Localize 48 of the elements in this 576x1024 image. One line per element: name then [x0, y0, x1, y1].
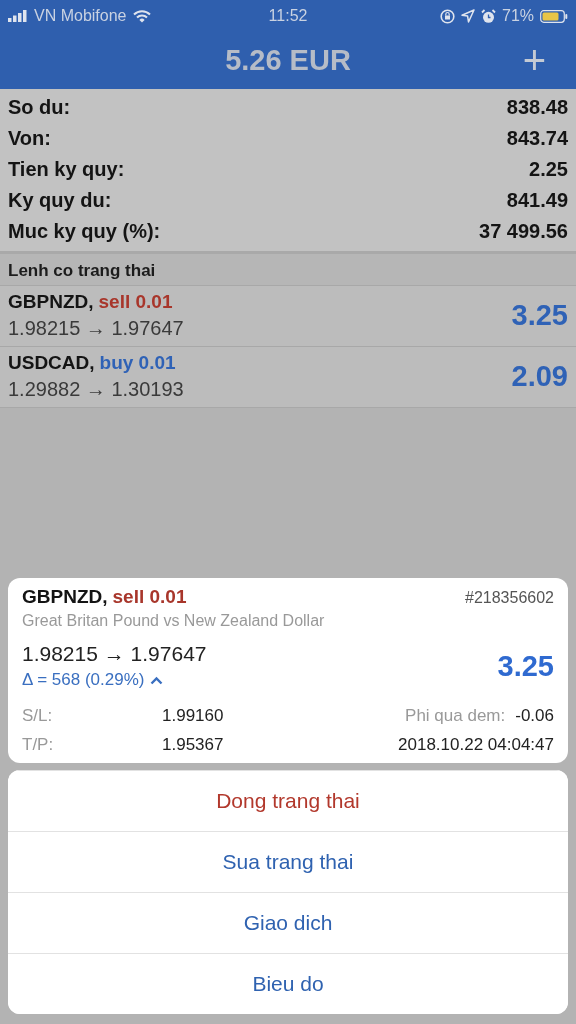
summary-label: Ky quy du:: [8, 189, 112, 212]
action-option[interactable]: Bieu do: [8, 953, 568, 1014]
order-row[interactable]: GBPNZD, sell 0.01 1.98215 → 1.97647 3.25: [0, 285, 576, 347]
instrument-description: Great Britan Pound vs New Zealand Dollar: [22, 612, 326, 630]
symbol-label: GBPNZD,: [22, 586, 108, 608]
detail-label: Phi qua dem:: [404, 706, 507, 726]
signal-icon: [8, 10, 28, 22]
summary-label: Muc ky quy (%):: [8, 220, 161, 243]
order-row[interactable]: USDCAD, buy 0.01 1.29882 → 1.30193 2.09: [0, 346, 576, 408]
battery-percent: 71%: [502, 7, 534, 25]
rotation-lock-icon: [440, 8, 455, 24]
alarm-clock-icon: [481, 8, 496, 24]
order-action: sell 0.01: [98, 290, 173, 313]
add-button[interactable]: +: [518, 38, 550, 82]
summary-label: So du:: [8, 96, 71, 119]
order-action: sell 0.01: [112, 586, 187, 608]
section-header: Lenh co trang thai: [0, 251, 576, 286]
summary-value: 841.49: [506, 189, 568, 212]
summary-value: 37 499.56: [479, 220, 568, 243]
price-change: 1.29882 → 1.30193: [8, 377, 184, 401]
detail-value: 2018.10.22 04:04:47: [397, 735, 554, 755]
clock-time: 11:52: [268, 7, 308, 25]
order-action: buy 0.01: [99, 351, 176, 374]
summary-value: 2.25: [529, 158, 568, 181]
battery-icon: [540, 9, 568, 23]
price-change: 1.98215 → 1.97647: [22, 642, 207, 666]
price-change: 1.98215 → 1.97647: [8, 316, 184, 340]
detail-value: 1.99160: [162, 706, 225, 726]
price-delta: Δ = 568 (0.29%): [22, 670, 145, 690]
profit-value: 3.25: [511, 298, 568, 332]
detail-label: T/P:: [22, 735, 55, 755]
summary-label: Tien ky quy:: [8, 158, 125, 181]
location-arrow-icon: [461, 9, 475, 23]
summary-value: 838.48: [506, 96, 568, 119]
wifi-icon: [132, 9, 151, 23]
ticket-number: #218356602: [465, 589, 554, 607]
summary-value: 843.74: [506, 127, 568, 150]
chevron-up-icon[interactable]: [150, 675, 164, 685]
screen-title: 5.26 EUR: [225, 44, 351, 77]
profit-value: 3.25: [497, 649, 554, 683]
summary-label: Von:: [8, 127, 51, 150]
detail-label: S/L:: [22, 706, 54, 726]
profit-value: 2.09: [511, 359, 568, 393]
carrier-name: VN Mobifone: [34, 7, 127, 25]
symbol-label: USDCAD,: [8, 351, 95, 374]
detail-value: -0.06: [515, 706, 554, 726]
detail-value: 1.95367: [162, 735, 225, 755]
symbol-label: GBPNZD,: [8, 290, 94, 313]
